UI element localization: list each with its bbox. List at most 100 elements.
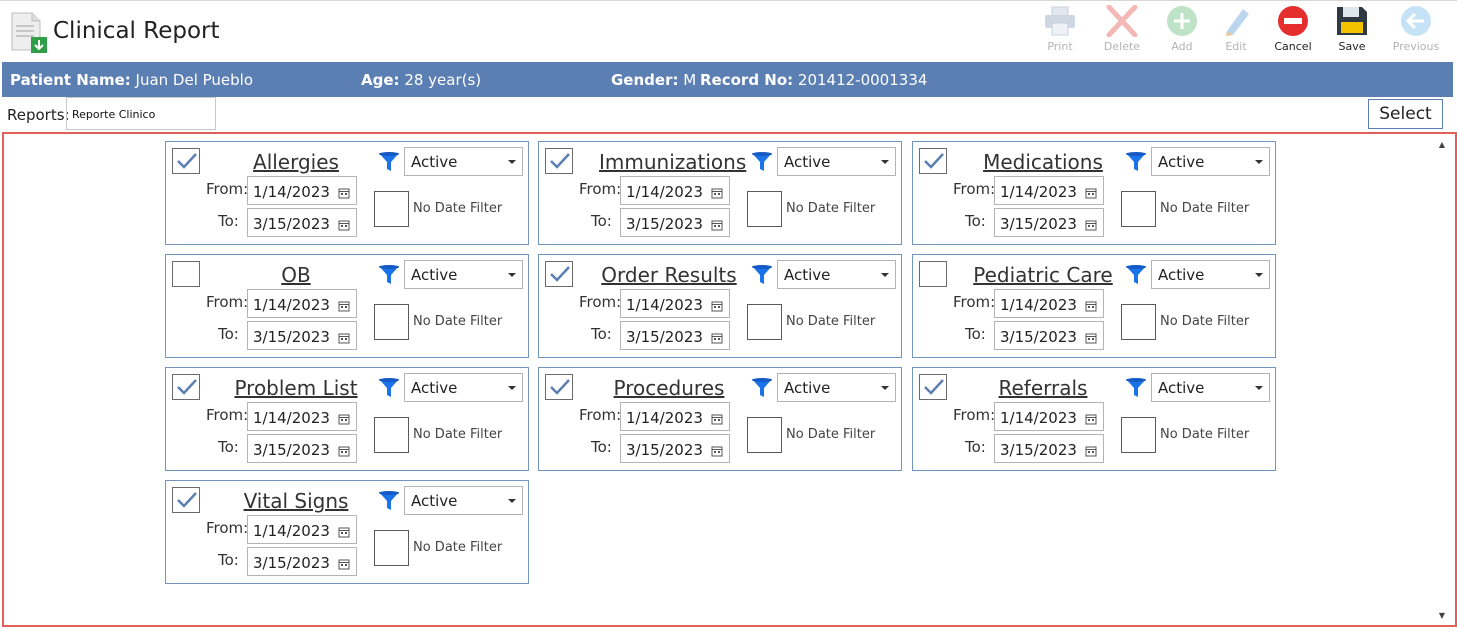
section-title[interactable]: Order Results [599,263,739,287]
to-date-picker[interactable]: 3/15/2023 [247,321,357,350]
status-dropdown[interactable]: Active [1151,260,1270,289]
to-date-picker[interactable]: 3/15/2023 [994,321,1104,350]
section-title[interactable]: Referrals [973,376,1113,400]
no-date-filter-checkbox[interactable] [1121,417,1156,453]
calendar-icon[interactable] [338,556,350,574]
status-dropdown[interactable]: Active [404,486,523,515]
cancel-button[interactable]: Cancel [1263,5,1323,61]
from-date-value: 1/14/2023 [626,409,703,427]
section-title[interactable]: Vital Signs [226,489,366,513]
scroll-up-arrow[interactable]: ▲ [1437,140,1447,150]
status-dropdown[interactable]: Active [404,260,523,289]
print-button[interactable]: Print [1030,5,1090,61]
filter-icon [378,264,400,290]
from-date-picker[interactable]: 1/14/2023 [620,176,730,205]
section-title[interactable]: Immunizations [599,150,746,174]
patient-info-bar: Patient Name: Juan Del Pueblo Age: 28 ye… [2,62,1453,97]
calendar-icon[interactable] [1085,411,1097,429]
no-date-filter-checkbox[interactable] [374,530,409,566]
from-date-picker[interactable]: 1/14/2023 [247,515,357,544]
section-title[interactable]: Medications [973,150,1113,174]
section-title[interactable]: Pediatric Care [973,263,1113,287]
status-dropdown[interactable]: Active [1151,147,1270,176]
from-date-picker[interactable]: 1/14/2023 [620,402,730,431]
include-section-checkbox[interactable] [172,374,200,400]
scroll-down-arrow[interactable]: ▼ [1437,611,1447,621]
calendar-icon[interactable] [1085,330,1097,348]
to-date-picker[interactable]: 3/15/2023 [247,208,357,237]
include-section-checkbox[interactable] [545,148,573,174]
from-label: From: [206,293,249,311]
from-date-picker[interactable]: 1/14/2023 [247,402,357,431]
calendar-icon[interactable] [1085,443,1097,461]
delete-button[interactable]: Delete [1092,5,1152,61]
no-date-filter-checkbox[interactable] [374,417,409,453]
save-button[interactable]: Save [1322,5,1382,61]
to-date-picker[interactable]: 3/15/2023 [247,434,357,463]
from-date-picker[interactable]: 1/14/2023 [994,176,1104,205]
calendar-icon[interactable] [338,217,350,235]
no-date-filter-checkbox[interactable] [1121,304,1156,340]
patient-age: Age: 28 year(s) [361,71,482,89]
calendar-icon[interactable] [1085,298,1097,316]
to-date-picker[interactable]: 3/15/2023 [620,208,730,237]
from-date-value: 1/14/2023 [626,296,703,314]
include-section-checkbox[interactable] [545,261,573,287]
from-date-picker[interactable]: 1/14/2023 [994,402,1104,431]
no-date-filter-checkbox[interactable] [374,191,409,227]
to-date-value: 3/15/2023 [253,215,330,233]
section-title[interactable]: Procedures [599,376,739,400]
from-date-picker[interactable]: 1/14/2023 [247,176,357,205]
status-dropdown[interactable]: Active [777,373,896,402]
calendar-icon[interactable] [338,330,350,348]
calendar-icon[interactable] [711,330,723,348]
calendar-icon[interactable] [338,443,350,461]
select-all-button[interactable]: Select All [1368,99,1443,152]
calendar-icon[interactable] [711,217,723,235]
include-section-checkbox[interactable] [172,148,200,174]
to-date-picker[interactable]: 3/15/2023 [994,208,1104,237]
no-date-filter-checkbox[interactable] [747,191,782,227]
to-date-value: 3/15/2023 [253,441,330,459]
from-date-picker[interactable]: 1/14/2023 [994,289,1104,318]
calendar-icon[interactable] [338,524,350,542]
edit-button[interactable]: Edit [1206,5,1266,61]
include-section-checkbox[interactable] [919,148,947,174]
calendar-icon[interactable] [711,443,723,461]
to-date-picker[interactable]: 3/15/2023 [994,434,1104,463]
no-date-filter-label: No Date Filter [786,427,876,442]
include-section-checkbox[interactable] [172,487,200,513]
calendar-icon[interactable] [338,411,350,429]
include-section-checkbox[interactable] [919,374,947,400]
calendar-icon[interactable] [338,298,350,316]
include-section-checkbox[interactable] [545,374,573,400]
to-date-picker[interactable]: 3/15/2023 [247,547,357,576]
status-dropdown[interactable]: Active [1151,373,1270,402]
no-date-filter-checkbox[interactable] [747,417,782,453]
section-title[interactable]: Allergies [226,150,366,174]
to-date-picker[interactable]: 3/15/2023 [620,321,730,350]
calendar-icon[interactable] [711,411,723,429]
no-date-filter-checkbox[interactable] [747,304,782,340]
status-dropdown[interactable]: Active [404,147,523,176]
calendar-icon[interactable] [711,185,723,203]
section-title[interactable]: OB [226,263,366,287]
from-date-picker[interactable]: 1/14/2023 [620,289,730,318]
calendar-icon[interactable] [711,298,723,316]
reports-input[interactable]: Reporte Clinico [66,97,216,130]
calendar-icon[interactable] [1085,185,1097,203]
status-dropdown[interactable]: Active [777,147,896,176]
status-dropdown[interactable]: Active [404,373,523,402]
calendar-icon[interactable] [338,185,350,203]
include-section-checkbox[interactable] [172,261,200,287]
to-date-picker[interactable]: 3/15/2023 [620,434,730,463]
no-date-filter-checkbox[interactable] [1121,191,1156,227]
include-section-checkbox[interactable] [919,261,947,287]
add-button[interactable]: Add [1152,5,1212,61]
no-date-filter-checkbox[interactable] [374,304,409,340]
section-title[interactable]: Problem List [226,376,366,400]
status-dropdown[interactable]: Active [777,260,896,289]
from-date-picker[interactable]: 1/14/2023 [247,289,357,318]
calendar-icon[interactable] [1085,217,1097,235]
previous-button[interactable]: Previous [1386,5,1446,61]
